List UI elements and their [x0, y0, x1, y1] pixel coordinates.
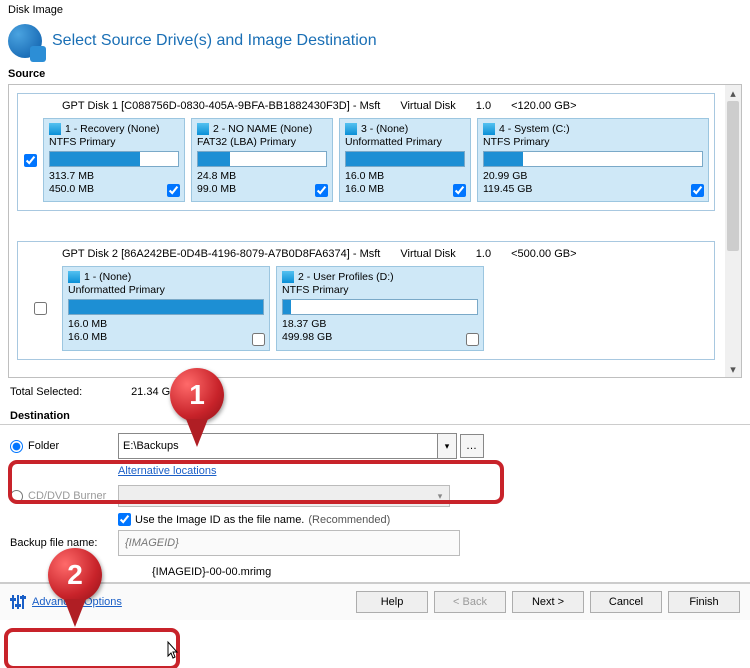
partition-sizes: 24.8 MB99.0 MB	[197, 170, 327, 196]
folder-radio[interactable]	[10, 440, 23, 453]
scrollbar[interactable]: ▴ ▾	[725, 85, 741, 377]
partition-title: 2 - User Profiles (D:)	[298, 271, 394, 283]
partition-checkbox[interactable]	[691, 184, 704, 197]
total-selected-label: Total Selected:	[10, 386, 128, 398]
cd-burner-select[interactable]: ▾	[118, 485, 450, 507]
folder-radio-text: Folder	[28, 440, 59, 452]
partition[interactable]: 1 - Recovery (None)NTFS Primary 313.7 MB4…	[43, 118, 185, 202]
drive-icon	[483, 123, 495, 135]
back-button[interactable]: < Back	[434, 591, 506, 613]
partition-sizes: 18.37 GB499.98 GB	[282, 318, 478, 344]
drive-icon	[197, 123, 209, 135]
disk-checkbox[interactable]	[24, 154, 37, 167]
drive-icon	[345, 123, 357, 135]
window-title: Disk Image	[0, 0, 750, 20]
partition-checkbox[interactable]	[167, 184, 180, 197]
partition[interactable]: 3 - (None)Unformatted Primary 16.0 MB16.0…	[339, 118, 471, 202]
partition-title: 1 - (None)	[84, 271, 131, 283]
alternative-locations-link[interactable]: Alternative locations	[118, 465, 216, 477]
cursor-icon	[162, 640, 182, 664]
source-label: Source	[0, 66, 750, 82]
disk: GPT Disk 2 [86A242BE-0D4B-4196-8079-A7B0…	[17, 241, 715, 359]
recommended-label: (Recommended)	[308, 514, 390, 526]
folder-radio-label[interactable]: Folder	[10, 440, 118, 453]
cd-radio[interactable]	[10, 490, 23, 503]
cd-radio-label[interactable]: CD/DVD Burner	[10, 490, 118, 503]
folder-path-input[interactable]	[118, 433, 438, 459]
partition-checkbox[interactable]	[453, 184, 466, 197]
partition-title: 3 - (None)	[361, 123, 408, 135]
filename-preview: {IMAGEID}-00-00.mrimg	[152, 562, 740, 580]
partition-fs: NTFS Primary	[49, 136, 179, 148]
use-imageid-label: Use the Image ID as the file name.	[135, 514, 304, 526]
cancel-button[interactable]: Cancel	[590, 591, 662, 613]
next-button[interactable]: Next >	[512, 591, 584, 613]
total-selected-value: 21.34 GB	[131, 386, 177, 398]
sliders-icon	[10, 594, 26, 610]
partition-sizes: 16.0 MB16.0 MB	[345, 170, 465, 196]
drive-icon	[68, 271, 80, 283]
partition-checkbox[interactable]	[466, 333, 479, 346]
scroll-thumb[interactable]	[727, 101, 739, 251]
use-imageid-checkbox[interactable]	[118, 513, 131, 526]
disk-header: GPT Disk 2 [86A242BE-0D4B-4196-8079-A7B0…	[18, 242, 714, 266]
partition-title: 1 - Recovery (None)	[65, 123, 160, 135]
partition-sizes: 16.0 MB16.0 MB	[68, 318, 264, 344]
destination-label: Destination	[0, 410, 750, 424]
partition-fs: Unformatted Primary	[345, 136, 465, 148]
partition-sizes: 313.7 MB450.0 MB	[49, 170, 179, 196]
partition-sizes: 20.99 GB119.45 GB	[483, 170, 703, 196]
scroll-down-icon[interactable]: ▾	[725, 361, 741, 377]
disk-icon	[8, 24, 42, 58]
partition-fs: NTFS Primary	[483, 136, 703, 148]
folder-dropdown-icon[interactable]: ▾	[438, 433, 457, 459]
disk: GPT Disk 1 [C088756D-0830-405A-9BFA-BB18…	[17, 93, 715, 211]
partition[interactable]: 2 - NO NAME (None)FAT32 (LBA) Primary 24.…	[191, 118, 333, 202]
annotation-box-2	[4, 628, 180, 668]
browse-button[interactable]: …	[460, 434, 484, 458]
source-panel: GPT Disk 1 [C088756D-0830-405A-9BFA-BB18…	[8, 84, 742, 378]
finish-button[interactable]: Finish	[668, 591, 740, 613]
partition-fs: FAT32 (LBA) Primary	[197, 136, 327, 148]
backup-filename-label: Backup file name:	[10, 537, 118, 549]
partition[interactable]: 1 - (None)Unformatted Primary 16.0 MB16.0…	[62, 266, 270, 350]
partition[interactable]: 4 - System (C:)NTFS Primary 20.99 GB119.4…	[477, 118, 709, 202]
partition-title: 2 - NO NAME (None)	[213, 123, 312, 135]
disk-checkbox[interactable]	[34, 302, 47, 315]
help-button[interactable]: Help	[356, 591, 428, 613]
partition-fs: NTFS Primary	[282, 284, 478, 296]
scroll-up-icon[interactable]: ▴	[725, 85, 741, 101]
partition[interactable]: 2 - User Profiles (D:)NTFS Primary 18.37 …	[276, 266, 484, 350]
disk-header: GPT Disk 1 [C088756D-0830-405A-9BFA-BB18…	[18, 94, 714, 118]
page-heading: Select Source Drive(s) and Image Destina…	[52, 32, 377, 50]
drive-icon	[282, 271, 294, 283]
partition-checkbox[interactable]	[315, 184, 328, 197]
partition-checkbox[interactable]	[252, 333, 265, 346]
partition-title: 4 - System (C:)	[499, 123, 570, 135]
partition-fs: Unformatted Primary	[68, 284, 264, 296]
backup-filename-input	[118, 530, 460, 556]
advanced-options-link[interactable]: Advanced Options	[32, 596, 122, 608]
cd-radio-text: CD/DVD Burner	[28, 490, 106, 502]
drive-icon	[49, 123, 61, 135]
